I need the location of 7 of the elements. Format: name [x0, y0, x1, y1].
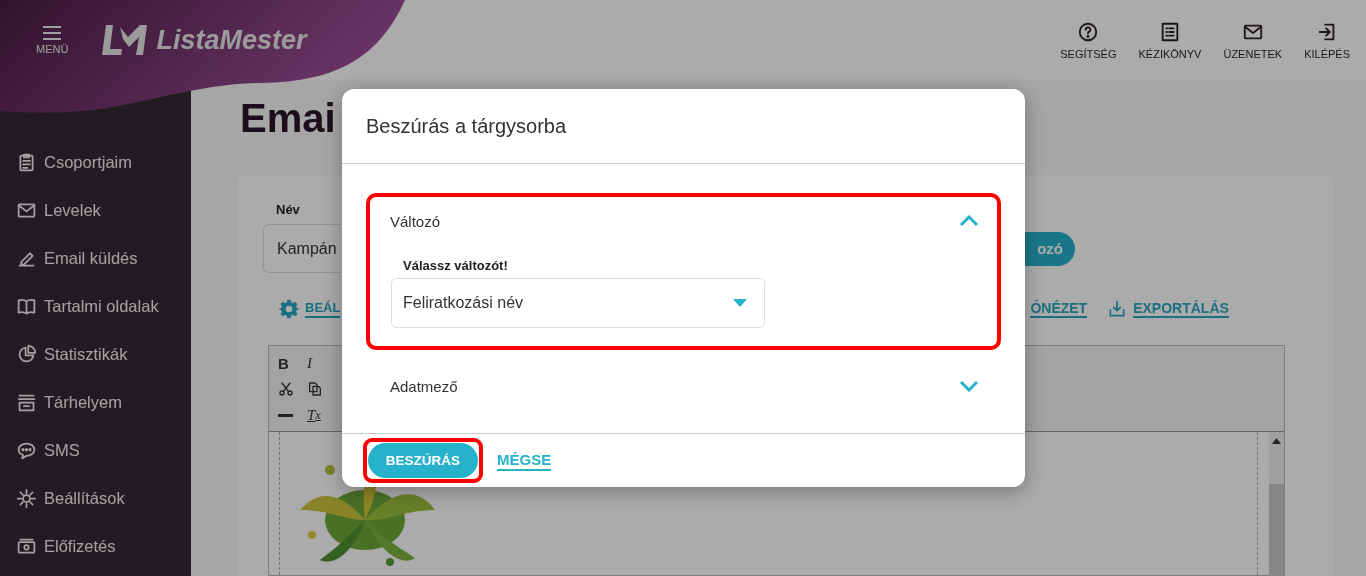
page-title: Emai — [240, 98, 336, 142]
field-label: Név — [276, 202, 300, 219]
section-title: Adatmező — [390, 377, 458, 395]
dialog-title: Beszúrás a tárgysorba — [342, 89, 1025, 164]
logo-text: ListaMester — [156, 24, 307, 56]
field-label: Válassz változót! — [403, 257, 509, 275]
section-title: Változó — [390, 212, 441, 230]
